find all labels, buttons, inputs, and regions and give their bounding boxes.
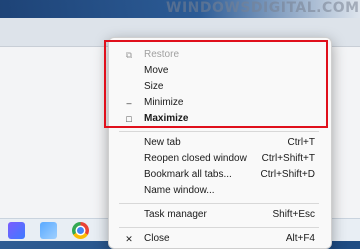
menu-item-task-manager[interactable]: Task manager Shift+Esc: [109, 207, 331, 223]
menu-item-reopen-closed-window[interactable]: Reopen closed window Ctrl+Shift+T: [109, 151, 331, 167]
menu-item-shortcut: Alt+F4: [285, 233, 315, 244]
menu-item-label: New tab: [144, 137, 181, 148]
menu-item-shortcut: Shift+Esc: [272, 209, 315, 220]
menu-item-label: Reopen closed window: [144, 153, 247, 164]
menu-item-label: Name window...: [144, 185, 215, 196]
menu-separator: [119, 227, 319, 228]
highlight-annotation-box: [104, 40, 328, 128]
menu-item-label: Close: [144, 233, 170, 244]
watermark-text: WINDOWSDIGITAL.COM: [166, 0, 360, 16]
menu-item-bookmark-all-tabs[interactable]: Bookmark all tabs... Ctrl+Shift+D: [109, 167, 331, 183]
menu-item-shortcut: Ctrl+Shift+D: [260, 169, 315, 180]
menu-item-shortcut: Ctrl+T: [287, 137, 316, 148]
messenger-icon[interactable]: [8, 222, 25, 239]
menu-separator: [119, 131, 319, 132]
menu-item-label: Task manager: [144, 209, 207, 220]
menu-item-new-tab[interactable]: New tab Ctrl+T: [109, 135, 331, 151]
menu-item-label: Bookmark all tabs...: [144, 169, 232, 180]
chrome-icon[interactable]: [72, 222, 89, 239]
menu-item-close[interactable]: ✕ Close Alt+F4: [109, 231, 331, 247]
photos-icon[interactable]: [40, 222, 57, 239]
close-icon: ✕: [125, 234, 133, 244]
menu-item-shortcut: Ctrl+Shift+T: [261, 153, 315, 164]
menu-item-name-window[interactable]: Name window...: [109, 183, 331, 199]
menu-separator: [119, 203, 319, 204]
